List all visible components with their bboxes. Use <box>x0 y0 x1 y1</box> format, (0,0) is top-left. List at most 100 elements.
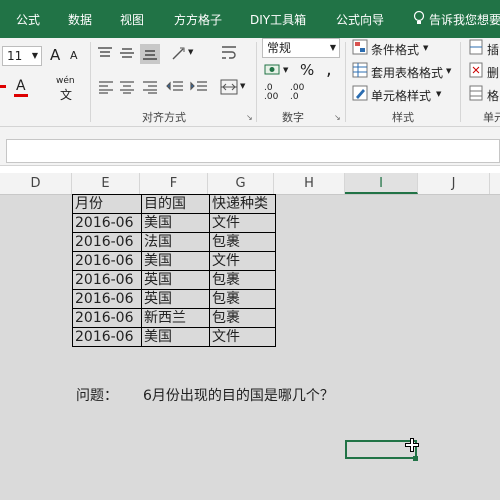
align-middle-icon[interactable] <box>119 46 135 63</box>
group-separator <box>460 42 461 122</box>
dialog-launcher-icon[interactable]: ↘ <box>246 113 253 122</box>
table-cell[interactable]: 英国 <box>141 270 210 290</box>
header-cell-type[interactable]: 快递种类 <box>209 194 276 214</box>
chevron-down-icon: ▼ <box>423 44 429 52</box>
chevron-down-icon: ▼ <box>446 67 452 75</box>
header-cell-month[interactable]: 月份 <box>72 194 142 214</box>
table-cell[interactable]: 2016-06 <box>72 213 142 233</box>
tab-data[interactable]: 数据 <box>68 11 92 28</box>
formula-bar <box>0 137 500 166</box>
table-cell[interactable]: 美国 <box>141 327 210 347</box>
table-format-icon[interactable] <box>352 62 368 81</box>
fill-handle[interactable] <box>413 456 418 461</box>
table-cell[interactable]: 包裹 <box>209 270 276 290</box>
format-cells-icon[interactable] <box>469 85 483 104</box>
tab-diy-toolbox[interactable]: DIY工具箱 <box>250 11 306 28</box>
table-row: 2016-06 美国 文件 <box>72 213 276 233</box>
currency-format-icon[interactable] <box>264 62 282 81</box>
table-cell[interactable]: 法国 <box>141 232 210 252</box>
chevron-down-icon: ▼ <box>329 43 336 52</box>
font-grow-button[interactable]: A <box>50 46 60 64</box>
table-format-button[interactable]: 套用表格格式 <box>371 64 443 81</box>
delete-cells-button[interactable]: 删 <box>487 64 499 81</box>
formula-input[interactable] <box>6 139 500 163</box>
font-color-swatch <box>14 94 28 97</box>
delete-cells-icon[interactable] <box>469 62 483 81</box>
phonetic-guide-button[interactable]: wén <box>56 76 75 86</box>
table-cell[interactable]: 文件 <box>209 251 276 271</box>
decrease-decimal-button[interactable]: .00 .0 <box>290 84 304 102</box>
decrease-indent-icon[interactable] <box>166 80 184 97</box>
table-cell[interactable]: 文件 <box>209 327 276 347</box>
column-header-j[interactable]: J <box>418 173 490 194</box>
table-cell[interactable]: 美国 <box>141 213 210 233</box>
merge-center-icon[interactable] <box>220 78 238 99</box>
phonetic-wen-glyph: 文 <box>60 88 73 102</box>
chevron-down-icon: ▼ <box>31 51 38 60</box>
comma-style-button[interactable]: , <box>326 59 332 80</box>
column-header-row: D E F G H I J <box>0 173 500 195</box>
lightbulb-icon <box>413 10 425 29</box>
table-cell[interactable]: 2016-06 <box>72 270 142 290</box>
percent-style-button[interactable]: % <box>300 61 314 79</box>
font-size-value: 11 <box>7 49 23 63</box>
conditional-format-icon[interactable] <box>352 39 368 58</box>
table-cell[interactable]: 2016-06 <box>72 327 142 347</box>
tab-formulas[interactable]: 公式 <box>16 11 40 28</box>
column-header-i[interactable]: I <box>345 173 418 194</box>
cell-styles-button[interactable]: 单元格样式 <box>371 87 431 104</box>
question-label[interactable]: 问题： <box>76 385 118 405</box>
cell-styles-icon[interactable] <box>352 85 368 104</box>
conditional-format-button[interactable]: 条件格式 <box>371 41 419 58</box>
table-cell[interactable]: 美国 <box>141 251 210 271</box>
group-label-cells: 单元 <box>483 111 500 124</box>
column-header-f[interactable]: F <box>140 173 208 194</box>
increase-decimal-button[interactable]: .0 .00 <box>264 84 278 102</box>
insert-cells-button[interactable]: 插 <box>487 41 499 58</box>
data-table: 月份 目的国 快递种类 2016-06 美国 文件 2016-06 法国 包裹 2016-0… <box>72 194 276 347</box>
ribbon-tab-bar: 公式 数据 视图 方方格子 DIY工具箱 公式向导 告诉我您想要 <box>0 0 500 38</box>
format-cells-button[interactable]: 格 <box>487 87 499 104</box>
table-cell[interactable]: 文件 <box>209 213 276 233</box>
orientation-icon[interactable] <box>170 44 188 65</box>
tab-formula-wizard[interactable]: 公式向导 <box>336 11 384 28</box>
align-right-icon[interactable] <box>142 80 158 97</box>
column-header-g[interactable]: G <box>208 173 274 194</box>
column-header-d[interactable]: D <box>0 173 72 194</box>
header-cell-destination[interactable]: 目的国 <box>141 194 210 214</box>
group-separator <box>345 42 346 122</box>
increase-indent-icon[interactable] <box>190 80 208 97</box>
insert-cells-icon[interactable] <box>469 39 483 58</box>
chevron-down-icon: ▼ <box>188 48 194 56</box>
align-bottom-icon[interactable] <box>140 44 160 64</box>
column-header-h[interactable]: H <box>274 173 345 194</box>
table-cell[interactable]: 包裹 <box>209 232 276 252</box>
table-cell[interactable]: 包裹 <box>209 289 276 309</box>
table-cell[interactable]: 新西兰 <box>141 308 210 328</box>
align-left-icon[interactable] <box>98 80 114 97</box>
table-cell[interactable]: 英国 <box>141 289 210 309</box>
table-row: 2016-06 美国 文件 <box>72 251 276 271</box>
table-cell[interactable]: 2016-06 <box>72 308 142 328</box>
table-cell[interactable]: 2016-06 <box>72 232 142 252</box>
table-cell[interactable]: 包裹 <box>209 308 276 328</box>
font-color-button[interactable]: A <box>16 78 26 94</box>
column-header-e[interactable]: E <box>72 173 140 194</box>
tab-fangfang[interactable]: 方方格子 <box>174 11 222 28</box>
wrap-text-icon[interactable] <box>220 44 238 65</box>
tell-me-search[interactable]: 告诉我您想要 <box>429 11 500 28</box>
dialog-launcher-icon[interactable]: ↘ <box>334 113 341 122</box>
gridline <box>490 195 491 500</box>
table-cell[interactable]: 2016-06 <box>72 289 142 309</box>
tab-view[interactable]: 视图 <box>120 11 144 28</box>
number-format-combo[interactable]: 常规 ▼ <box>262 38 340 58</box>
align-top-icon[interactable] <box>97 46 113 63</box>
table-header-row: 月份 目的国 快递种类 <box>72 194 276 214</box>
chevron-down-icon: ▼ <box>283 66 289 74</box>
question-text[interactable]: 6月份出现的目的国是哪几个？ <box>143 385 334 405</box>
fill-color-icon[interactable] <box>0 85 6 88</box>
table-cell[interactable]: 2016-06 <box>72 251 142 271</box>
font-size-combo[interactable]: 11 ▼ <box>2 46 42 66</box>
font-shrink-button[interactable]: A <box>70 49 78 62</box>
align-center-icon[interactable] <box>119 80 135 97</box>
